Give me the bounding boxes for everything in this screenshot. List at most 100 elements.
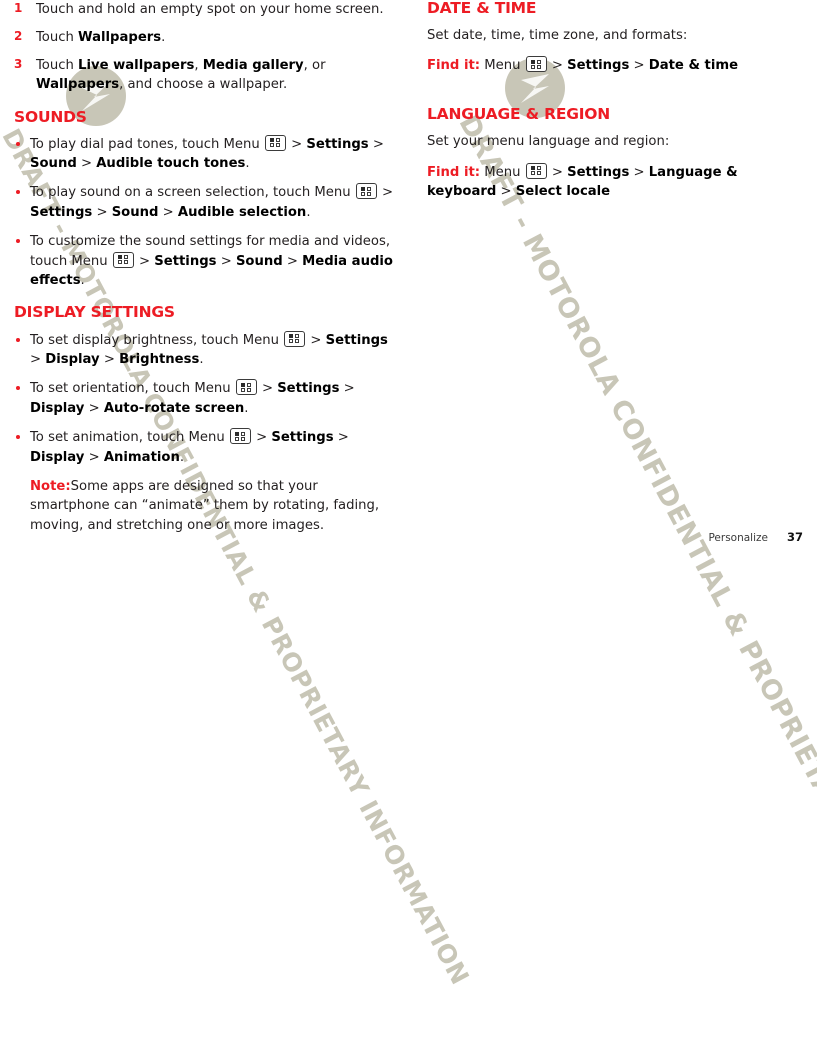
- body-text: >: [333, 430, 349, 446]
- body-text: >: [251, 430, 272, 446]
- right-column: DATE & TIME Set date, time, time zone, a…: [427, 0, 810, 201]
- body-text: ,: [194, 58, 203, 74]
- body-text: To play dial pad tones, touch Menu: [30, 136, 264, 152]
- wallpaper-steps-list: 1 Touch and hold an empty spot on your ho…: [14, 0, 397, 95]
- body-text: >: [257, 381, 278, 397]
- body-text: >: [547, 164, 568, 180]
- body-text: .: [199, 351, 204, 367]
- emphasis-text: Display: [45, 351, 100, 367]
- manual-page: DRAFT - MOTOROLA CONFIDENTIAL & PROPRIET…: [0, 0, 817, 1043]
- body-text: >: [158, 204, 178, 220]
- section-heading-display-settings: DISPLAY SETTINGS: [14, 303, 175, 322]
- body-text: .: [245, 156, 250, 172]
- emphasis-text: Sound: [111, 204, 159, 220]
- note-label: Note:: [30, 478, 71, 494]
- body-text: >: [282, 253, 303, 269]
- body-text: >: [547, 58, 568, 74]
- emphasis-text: Settings: [30, 204, 93, 220]
- note-text: Some apps are designed so that your smar…: [30, 478, 380, 533]
- body-text: >: [84, 400, 104, 416]
- emphasis-text: Sound: [235, 253, 283, 269]
- emphasis-text: Auto-rotate screen: [103, 400, 245, 416]
- body-text: >: [76, 156, 97, 172]
- find-it-label: Find it:: [427, 164, 481, 180]
- body-text: >: [92, 204, 112, 220]
- menu-key-icon: [112, 251, 134, 268]
- footer-page-number: 37: [786, 530, 803, 544]
- section-heading-sounds: SOUNDS: [14, 107, 87, 126]
- body-text: >: [368, 136, 384, 152]
- language-region-find-it: Find it: Menu > Settings > Language & ke…: [427, 162, 810, 201]
- list-item: To set animation, touch Menu > Settings …: [14, 428, 397, 467]
- page-footer: Personalize 37: [708, 530, 803, 544]
- list-item: To customize the sound settings for medi…: [14, 232, 397, 290]
- emphasis-text: Settings: [271, 430, 334, 446]
- emphasis-text: Settings: [567, 164, 630, 180]
- step-number: 1: [14, 1, 23, 15]
- emphasis-text: Date & time: [648, 58, 739, 74]
- body-text: Menu: [480, 164, 525, 180]
- body-text: .: [80, 273, 85, 289]
- body-text: >: [496, 183, 516, 199]
- step-number: 3: [14, 57, 23, 72]
- menu-key-icon: [284, 330, 306, 347]
- menu-key-icon: [264, 134, 286, 151]
- body-text: >: [134, 253, 155, 269]
- emphasis-text: Settings: [277, 381, 340, 397]
- section-heading-language-region: LANGUAGE & REGION: [427, 105, 611, 124]
- body-text: , or: [303, 58, 326, 74]
- body-text: To set animation, touch Menu: [30, 430, 229, 446]
- emphasis-text: Animation: [103, 449, 180, 465]
- emphasis-text: Settings: [325, 332, 388, 348]
- body-text: Touch: [36, 30, 79, 46]
- body-text: To set display brightness, touch Menu: [30, 332, 284, 348]
- body-text: .: [244, 400, 249, 416]
- emphasis-text: Audible touch tones: [96, 156, 246, 172]
- body-text: >: [629, 164, 649, 180]
- body-text: >: [306, 332, 326, 348]
- emphasis-text: Brightness: [119, 351, 200, 367]
- step-number: 2: [14, 29, 23, 44]
- list-item: To set display brightness, touch Menu > …: [14, 330, 397, 370]
- emphasis-text: Display: [30, 400, 85, 416]
- list-item: To set orientation, touch Menu > Setting…: [14, 379, 397, 418]
- body-text: To play sound on a screen selection, tou…: [30, 185, 355, 201]
- emphasis-text: Settings: [306, 136, 369, 152]
- body-text: Touch and hold an empty spot on your hom…: [36, 2, 384, 17]
- menu-key-icon: [355, 183, 377, 200]
- emphasis-text: Wallpapers: [78, 30, 162, 46]
- emphasis-text: Display: [30, 449, 85, 465]
- watermark-text: DRAFT - MOTOROLA CONFIDENTIAL & PROPRIET…: [452, 110, 817, 1043]
- body-text: >: [339, 381, 355, 397]
- body-text: Menu: [480, 58, 525, 74]
- list-item: 2 Touch Wallpapers.: [14, 28, 397, 47]
- menu-key-icon: [229, 428, 251, 445]
- sounds-bullet-list: To play dial pad tones, touch Menu > Set…: [14, 134, 397, 291]
- section-heading-date-time: DATE & TIME: [427, 0, 537, 17]
- body-text: >: [216, 253, 236, 269]
- body-text: .: [179, 449, 185, 465]
- body-text: To set orientation, touch Menu: [30, 381, 235, 397]
- menu-key-icon: [525, 162, 547, 179]
- list-item: To play sound on a screen selection, tou…: [14, 183, 397, 222]
- emphasis-text: Live wallpapers: [78, 58, 195, 74]
- left-column: 1 Touch and hold an empty spot on your ho…: [14, 0, 397, 535]
- list-item: To play dial pad tones, touch Menu > Set…: [14, 134, 397, 174]
- body-text: .: [161, 30, 166, 46]
- body-text: >: [286, 136, 307, 152]
- list-item: 3 Touch Live wallpapers, Media gallery, o…: [14, 56, 397, 94]
- menu-key-icon: [525, 56, 547, 73]
- menu-key-icon: [235, 379, 257, 396]
- emphasis-text: Audible selection: [177, 204, 307, 220]
- emphasis-text: Sound: [30, 156, 77, 172]
- note-block: Note:Some apps are designed so that your…: [14, 477, 397, 535]
- footer-chapter: Personalize: [708, 532, 768, 544]
- body-text: >: [99, 351, 120, 367]
- body-text: >: [377, 185, 394, 201]
- emphasis-text: Media gallery: [202, 58, 304, 74]
- body-text: , and choose a wallpaper.: [119, 77, 288, 93]
- body-text: Touch: [36, 58, 79, 74]
- emphasis-text: Select locale: [515, 183, 611, 199]
- list-item: 1 Touch and hold an empty spot on your ho…: [14, 0, 397, 19]
- body-text: >: [629, 58, 649, 74]
